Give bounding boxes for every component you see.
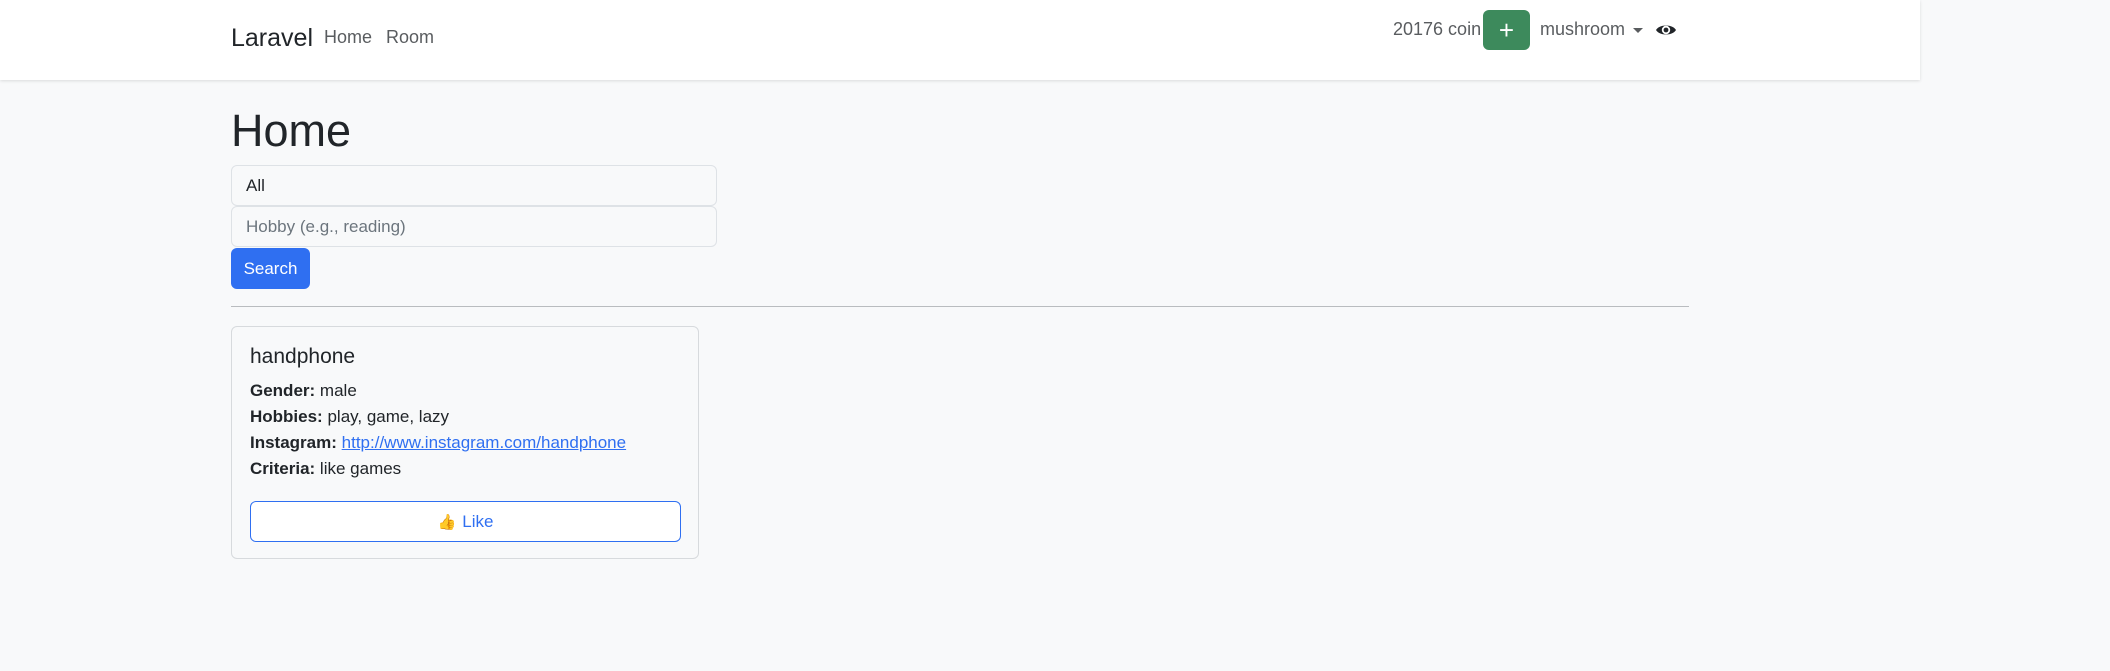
top-navbar: Laravel Home Room 20176 coin + mushroom [0, 0, 1920, 80]
add-coin-button[interactable]: + [1483, 10, 1530, 50]
like-button[interactable]: 👍 Like [250, 501, 681, 542]
profile-gender: Gender: male [250, 381, 357, 401]
user-dropdown[interactable]: mushroom [1540, 19, 1644, 40]
profile-card: handphone Gender: male Hobbies: play, ga… [231, 326, 699, 559]
plus-icon: + [1498, 14, 1515, 45]
hobbies-label: Hobbies: [250, 407, 323, 426]
criteria-label: Criteria: [250, 459, 316, 478]
hobbies-value: play, game, lazy [327, 407, 450, 426]
instagram-label: Instagram: [250, 433, 337, 452]
profile-hobbies: Hobbies: play, game, lazy [250, 407, 449, 427]
gender-label: Gender: [250, 381, 316, 400]
search-button[interactable]: Search [231, 248, 310, 289]
divider [231, 306, 1689, 307]
nav-link-home[interactable]: Home [324, 27, 372, 48]
page-title: Home [231, 105, 352, 156]
eye-toggle-button[interactable] [1655, 19, 1677, 41]
gender-select[interactable]: All [231, 165, 717, 206]
coin-balance: 20176 coin [1393, 19, 1482, 39]
thumbs-up-icon: 👍 [437, 513, 457, 531]
username-label: mushroom [1540, 19, 1626, 39]
gender-value: male [319, 381, 357, 400]
profile-name: handphone [250, 345, 356, 368]
criteria-value: like games [319, 459, 402, 478]
profile-criteria: Criteria: like games [250, 459, 401, 479]
caret-down-icon [1633, 28, 1644, 33]
hobby-input[interactable] [231, 206, 717, 247]
brand-link[interactable]: Laravel [231, 24, 313, 53]
profile-instagram: Instagram: http://www.instagram.com/hand… [250, 433, 626, 453]
like-label: Like [462, 511, 494, 531]
nav-link-room[interactable]: Room [386, 27, 434, 48]
eye-icon [1656, 25, 1676, 35]
instagram-link[interactable]: http://www.instagram.com/handphone [342, 433, 626, 452]
gender-select-value: All [246, 175, 265, 195]
